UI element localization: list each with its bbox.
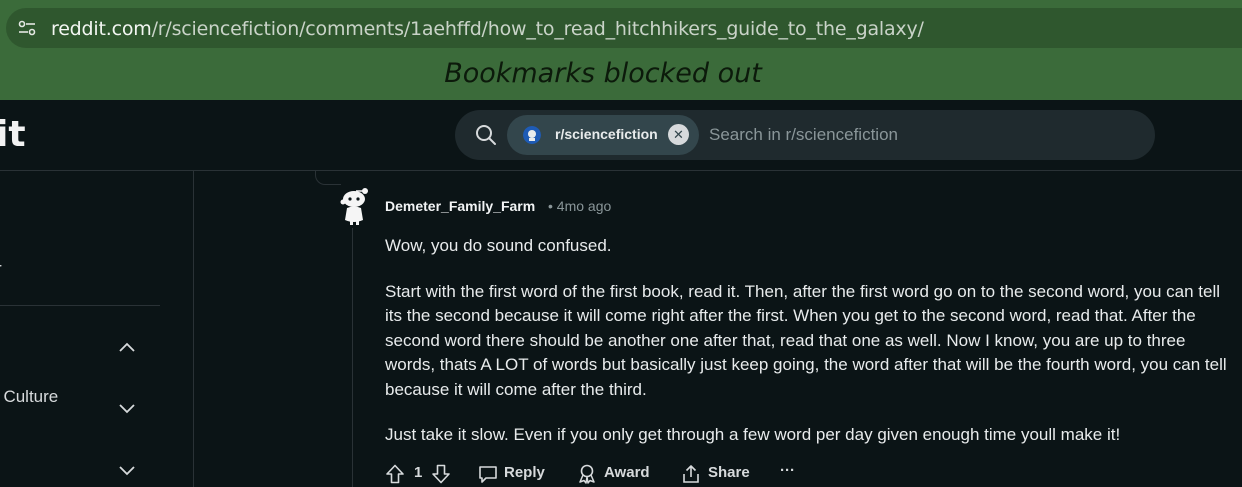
- chevron-up-icon[interactable]: [118, 341, 136, 353]
- chevron-down-icon[interactable]: [118, 403, 136, 415]
- sidebar-divider: [0, 305, 160, 306]
- url-path: /r/sciencefiction/comments/1aehffd/how_t…: [151, 18, 924, 40]
- reddit-header: it r/sciencefiction ✕: [0, 100, 1242, 171]
- comment-paragraph: Start with the first word of the first b…: [385, 281, 1227, 399]
- comment-author[interactable]: Demeter_Family_Farm: [385, 198, 535, 214]
- more-options-button[interactable]: ···: [780, 462, 795, 486]
- comment-actions: 1 Reply Award Share ···: [384, 462, 824, 486]
- search-bar[interactable]: r/sciencefiction ✕: [455, 110, 1155, 160]
- reply-button[interactable]: Reply: [478, 462, 550, 486]
- award-button[interactable]: Award: [577, 462, 653, 486]
- share-button[interactable]: Share: [681, 462, 751, 486]
- close-icon[interactable]: ✕: [668, 124, 689, 145]
- bookmarks-note: Bookmarks blocked out: [444, 58, 762, 89]
- upvote-icon: [386, 464, 404, 484]
- tune-icon[interactable]: [18, 20, 36, 36]
- address-bar[interactable]: reddit.com/r/sciencefiction/comments/1ae…: [6, 8, 1242, 48]
- downvote-icon: [432, 464, 450, 484]
- url-host: reddit.com: [51, 18, 152, 40]
- sidebar-item-culture[interactable]: t Culture: [0, 387, 58, 407]
- thread-connector: [315, 171, 341, 185]
- comment-paragraph: Wow, you do sound confused.: [385, 236, 612, 255]
- left-sidebar: r t Culture: [0, 171, 194, 487]
- browser-toolbar: reddit.com/r/sciencefiction/comments/1ae…: [0, 0, 1242, 100]
- award-label: Award: [604, 464, 650, 481]
- community-chip-label: r/sciencefiction: [555, 126, 658, 142]
- vote-count: 1: [414, 464, 423, 481]
- community-avatar-icon: [523, 126, 541, 144]
- share-icon: [683, 465, 699, 483]
- comment-body: Wow, you do sound confused. Start with t…: [385, 234, 1235, 469]
- downvote-button[interactable]: [430, 462, 452, 486]
- sidebar-item-partial[interactable]: r: [0, 259, 2, 279]
- community-filter-chip[interactable]: r/sciencefiction ✕: [507, 115, 699, 155]
- search-icon: [476, 125, 496, 145]
- search-input[interactable]: [709, 110, 1139, 160]
- comment-timestamp[interactable]: • 4mo ago: [548, 198, 611, 214]
- upvote-button[interactable]: [384, 462, 406, 486]
- comment-icon: [479, 466, 497, 483]
- thread-line[interactable]: [352, 228, 353, 487]
- award-icon: [579, 464, 595, 484]
- reddit-logo[interactable]: it: [0, 114, 26, 155]
- reply-label: Reply: [504, 464, 545, 481]
- url-text[interactable]: reddit.com/r/sciencefiction/comments/1ae…: [51, 18, 924, 40]
- snoo-avatar-icon[interactable]: [338, 186, 372, 226]
- comment-paragraph: Just take it slow. Even if you only get …: [385, 425, 1121, 444]
- chevron-down-icon[interactable]: [118, 465, 136, 477]
- share-label: Share: [708, 464, 750, 481]
